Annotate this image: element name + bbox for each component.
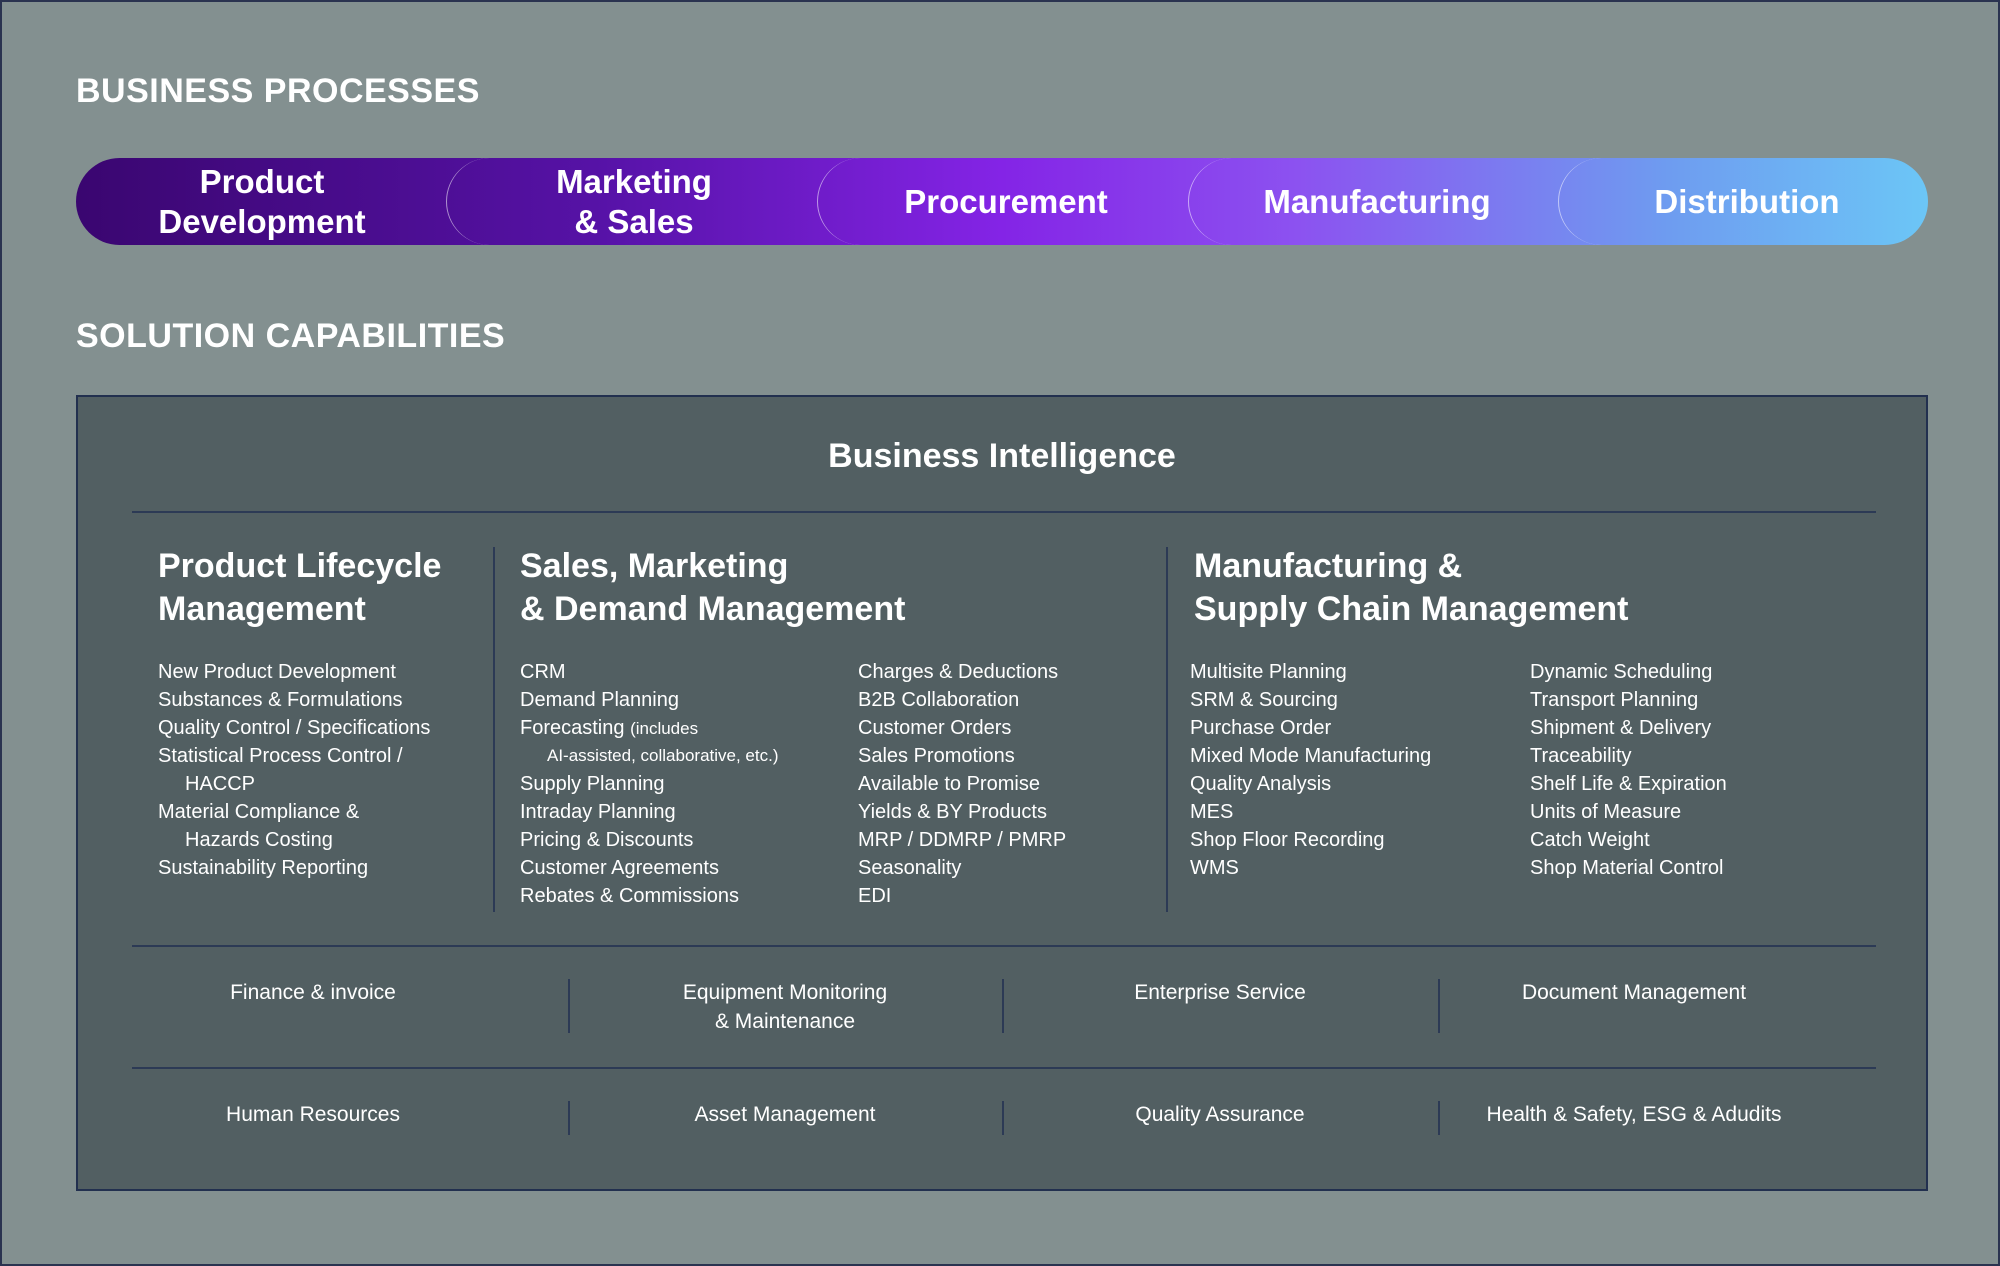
list-item: Shop Floor Recording <box>1190 829 1385 851</box>
list-item: Rebates & Commissions <box>520 885 739 907</box>
list-item: Statistical Process Control / <box>158 745 403 767</box>
list-item: Mixed Mode Manufacturing <box>1190 745 1432 767</box>
process-product-development: Product Development <box>158 162 366 240</box>
list-item: Seasonality <box>858 857 962 879</box>
sales-list-right: Charges & Deductions B2B Collaboration C… <box>858 658 1066 910</box>
scm-title: Manufacturing & Supply Chain Management <box>1194 547 1629 628</box>
list-item: HACCP <box>185 773 256 795</box>
list-item: WMS <box>1190 857 1239 879</box>
process-distribution: Distribution <box>1654 182 1840 220</box>
column-divider <box>1166 547 1168 912</box>
process-flow-bar: Product Development Marketing & Sales Pr… <box>76 158 1928 245</box>
business-processes-heading: BUSINESS PROCESSES <box>76 72 480 110</box>
process-manufacturing: Manufacturing <box>1263 182 1491 220</box>
list-item: Yields & BY Products <box>858 801 1047 823</box>
list-item: Dynamic Scheduling <box>1530 661 1713 683</box>
solution-capabilities-heading: SOLUTION CAPABILITIES <box>76 317 506 355</box>
plm-list: New Product Development Substances & For… <box>158 658 430 882</box>
list-item: Quality Control / Specifications <box>158 717 431 739</box>
capability-equipment-monitoring: Equipment Monitoring & Maintenance <box>682 981 888 1033</box>
list-item: Customer Orders <box>858 717 1012 739</box>
list-item: Traceability <box>1530 745 1632 767</box>
list-item: Intraday Planning <box>520 801 676 823</box>
capability-human-resources: Human Resources <box>226 1103 400 1126</box>
process-procurement: Procurement <box>904 182 1108 220</box>
list-item: Available to Promise <box>858 773 1040 795</box>
list-item: Transport Planning <box>1530 689 1699 711</box>
capabilities-panel: Business Intelligence Product Lifecycle … <box>76 395 1928 1191</box>
scm-list-left: Multisite Planning SRM & Sourcing Purcha… <box>1190 658 1431 882</box>
list-item: SRM & Sourcing <box>1190 689 1338 711</box>
list-item: Multisite Planning <box>1190 661 1347 683</box>
list-item: CRM <box>520 661 566 683</box>
list-item: Catch Weight <box>1530 829 1650 851</box>
sales-list-left: CRM Demand Planning Forecasting (include… <box>520 658 778 910</box>
list-item: MRP / DDMRP / PMRP <box>858 829 1067 851</box>
sales-title: Sales, Marketing & Demand Management <box>520 547 906 628</box>
capability-asset-management: Asset Management <box>694 1103 876 1126</box>
divider <box>132 1067 1876 1069</box>
list-item: B2B Collaboration <box>858 689 1020 711</box>
list-item: Substances & Formulations <box>158 689 403 711</box>
divider <box>132 945 1876 947</box>
list-item: AI-assisted, collaborative, etc.) <box>547 746 779 765</box>
scm-list-right: Dynamic Scheduling Transport Planning Sh… <box>1530 658 1727 882</box>
list-item: New Product Development <box>158 661 396 683</box>
divider <box>132 511 1876 513</box>
list-item: Shop Material Control <box>1530 857 1724 879</box>
list-item: Units of Measure <box>1530 801 1682 823</box>
list-item: Shelf Life & Expiration <box>1530 773 1727 795</box>
list-item: Purchase Order <box>1190 717 1332 739</box>
list-item: Sustainability Reporting <box>158 857 369 879</box>
forecasting-note: (includes <box>630 719 699 738</box>
list-item: Pricing & Discounts <box>520 829 694 851</box>
column-divider <box>493 547 495 912</box>
list-item: Charges & Deductions <box>858 661 1059 683</box>
list-item: Shipment & Delivery <box>1530 717 1712 739</box>
business-intelligence-title: Business Intelligence <box>828 437 1176 475</box>
plm-title: Product Lifecycle Management <box>158 547 442 628</box>
list-item: MES <box>1190 801 1234 823</box>
capability-document-management: Document Management <box>1521 981 1747 1004</box>
list-item: EDI <box>858 885 892 907</box>
list-item: Material Compliance & <box>158 801 360 823</box>
list-item: Quality Analysis <box>1190 773 1332 795</box>
list-item: Hazards Costing <box>185 829 333 851</box>
list-item: Supply Planning <box>520 773 665 795</box>
capability-finance: Finance & invoice <box>230 981 396 1004</box>
list-item: Sales Promotions <box>858 745 1015 767</box>
capability-health-safety: Health & Safety, ESG & Adudits <box>1486 1103 1782 1126</box>
list-item: Customer Agreements <box>520 857 719 879</box>
capability-enterprise-service: Enterprise Service <box>1134 981 1306 1004</box>
list-item: Forecasting (includes <box>520 717 699 739</box>
list-item: Demand Planning <box>520 689 679 711</box>
capability-quality-assurance: Quality Assurance <box>1135 1103 1305 1126</box>
process-marketing-sales: Marketing & Sales <box>556 162 712 240</box>
diagram-canvas: BUSINESS PROCESSES Product Development M… <box>2 2 1998 1264</box>
